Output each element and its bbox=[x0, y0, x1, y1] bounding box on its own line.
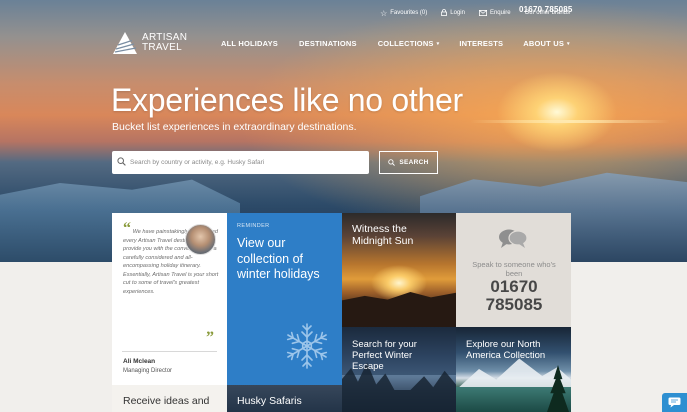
sun-reflection bbox=[470, 120, 670, 123]
speak-phone-number[interactable]: 01670 785085 bbox=[464, 278, 564, 313]
chat-icon bbox=[668, 397, 681, 408]
receive-ideas-label: Receive ideas and bbox=[123, 395, 210, 407]
snowflake-icon bbox=[284, 323, 330, 369]
midnight-sun-ridge bbox=[342, 292, 456, 327]
winter-holidays-tile[interactable]: REMINDER View our collection of winter h… bbox=[227, 213, 342, 385]
quote-open-icon: “ bbox=[123, 220, 131, 237]
winter-escape-label: Search for your Perfect Winter Escape bbox=[352, 339, 417, 372]
reminder-label: REMINDER bbox=[237, 223, 270, 229]
search-button-label: SEARCH bbox=[399, 159, 429, 166]
speak-text: Speak to someone who's been bbox=[472, 260, 556, 278]
nav-about-us-label: ABOUT US bbox=[523, 39, 565, 48]
star-icon: ☆ bbox=[380, 8, 388, 18]
winter-escape-tile[interactable]: Search for your Perfect Winter Escape bbox=[342, 327, 456, 412]
quote-author-name: Ali Mclean bbox=[123, 358, 156, 365]
artisan-travel-logo[interactable]: ARTISAN TRAVEL bbox=[112, 31, 187, 55]
chevron-down-icon: ▾ bbox=[567, 41, 570, 48]
favourites-link[interactable]: ☆ Favourites (0) bbox=[380, 9, 427, 18]
search-box bbox=[112, 151, 369, 174]
nav-all-holidays-label: ALL HOLIDAYS bbox=[221, 39, 278, 48]
nav-about-us[interactable]: ABOUT US ▾ bbox=[523, 39, 570, 48]
login-label: Login bbox=[450, 10, 465, 16]
login-link[interactable]: Login bbox=[441, 8, 465, 18]
midnight-sun-label: Witness the Midnight Sun bbox=[352, 223, 414, 247]
hero-headline: Experiences like no other bbox=[111, 82, 463, 118]
nav-interests[interactable]: INTERESTS bbox=[459, 39, 503, 48]
director-quote-tile: “ We have painstakingly researched every… bbox=[112, 213, 227, 385]
reminder-title: View our collection of winter holidays bbox=[237, 236, 320, 281]
speak-to-expert-tile[interactable]: Speak to someone who's been 01670 785085 bbox=[456, 213, 571, 327]
logo-word-line2: TRAVEL bbox=[142, 42, 182, 53]
north-america-label: Explore our North America Collection bbox=[466, 339, 546, 361]
avatar bbox=[185, 224, 216, 255]
enquire-link[interactable]: Enquire bbox=[478, 9, 511, 18]
search-input[interactable] bbox=[130, 159, 360, 166]
midnight-sun-tile[interactable]: Witness the Midnight Sun bbox=[342, 213, 456, 327]
logo-mark-icon bbox=[113, 32, 137, 54]
husky-safaris-label: Husky Safaris bbox=[237, 395, 302, 407]
hero-subheadline: Bucket list experiences in extraordinary… bbox=[112, 121, 357, 133]
nav-interests-label: INTERESTS bbox=[459, 39, 504, 48]
nav-destinations[interactable]: DESTINATIONS bbox=[299, 39, 357, 48]
nav-destinations-label: DESTINATIONS bbox=[299, 39, 357, 48]
search-icon bbox=[388, 159, 396, 166]
envelope-icon bbox=[478, 9, 487, 18]
search-button[interactable]: SEARCH bbox=[379, 151, 438, 174]
husky-safaris-tile[interactable]: Husky Safaris bbox=[227, 385, 342, 412]
quote-divider bbox=[122, 351, 217, 352]
chevron-down-icon: ▾ bbox=[436, 41, 440, 48]
quote-author-role: Managing Director bbox=[123, 368, 173, 374]
nav-all-holidays[interactable]: ALL HOLIDAYS bbox=[221, 39, 278, 48]
chat-bubbles-icon bbox=[499, 229, 528, 248]
search-icon bbox=[112, 157, 130, 168]
header-phone-number[interactable]: 01670 785085 bbox=[519, 5, 573, 14]
nav-collections[interactable]: COLLECTIONS ▾ bbox=[378, 39, 440, 48]
nav-collections-label: COLLECTIONS bbox=[377, 39, 434, 48]
live-chat-button[interactable] bbox=[662, 393, 687, 412]
receive-ideas-tile[interactable]: Receive ideas and bbox=[112, 385, 227, 412]
lock-icon bbox=[441, 8, 448, 18]
north-america-tile[interactable]: Explore our North America Collection bbox=[456, 327, 571, 412]
quote-close-icon: ” bbox=[206, 329, 214, 346]
enquire-label: Enquire bbox=[489, 10, 511, 16]
favourites-label: Favourites (0) bbox=[390, 10, 428, 16]
main-nav: ALL HOLIDAYS DESTINATIONS COLLECTIONS ▾ I… bbox=[221, 39, 570, 48]
